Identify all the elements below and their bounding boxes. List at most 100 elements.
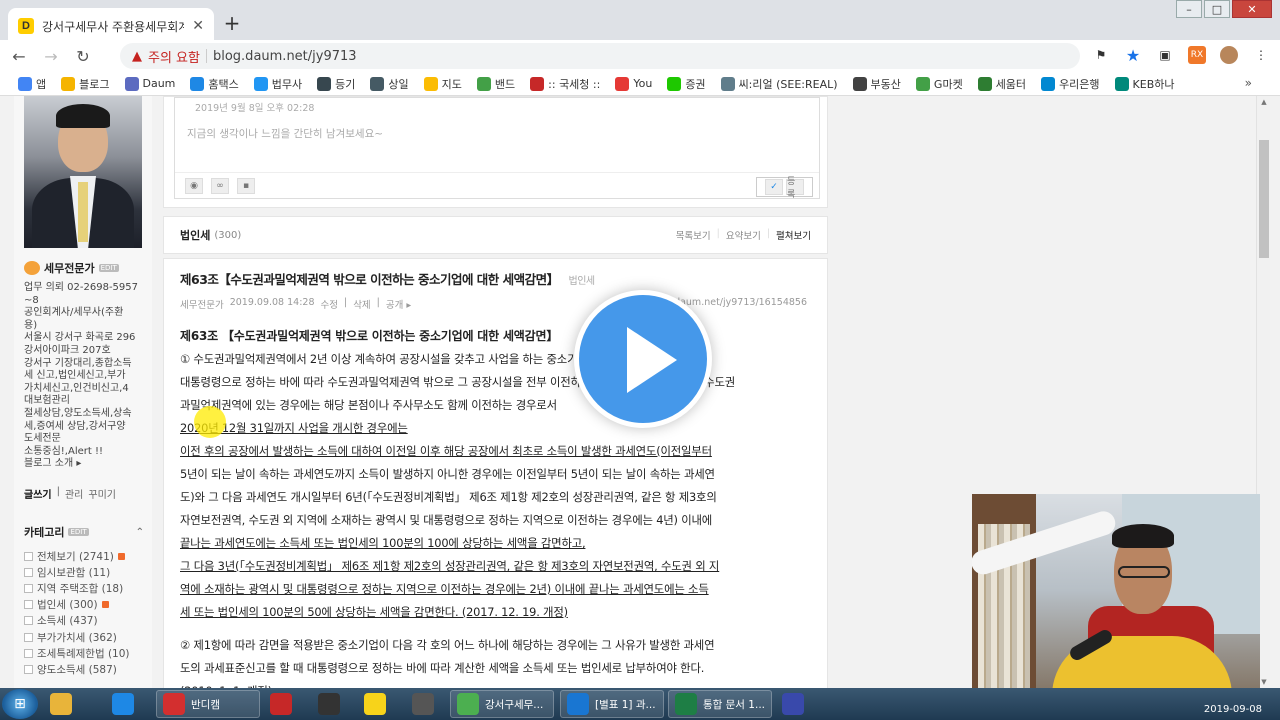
bookmark-item[interactable]: 등기 <box>317 76 355 92</box>
post-title-text: 제63조【수도권과밀억제권역 밖으로 이전하는 중소기업에 대한 세액감면】 <box>180 272 559 287</box>
bookmark-item[interactable]: 상일 <box>370 76 409 92</box>
camera-icon[interactable]: ◉ <box>185 177 203 194</box>
bookmark-item[interactable]: 씨:리얼 (SEE:REAL) <box>720 76 838 92</box>
category-item[interactable]: 임시보관함 (11) <box>24 564 130 580</box>
divider <box>205 49 207 63</box>
s-icon <box>370 76 385 91</box>
lock-icon[interactable]: ▪ <box>237 177 255 194</box>
bookmark-item[interactable]: 홈택스 <box>190 76 239 92</box>
scroll-thumb[interactable] <box>1259 140 1269 258</box>
article-line: 끝나는 과세연도에는 소득세 또는 법인세의 100분의 100에 상당하는 세… <box>180 536 586 550</box>
category-item[interactable]: 법인세 (300) <box>24 597 130 613</box>
article-line: 이전 후의 공장에서 발생하는 소득에 대하여 이전일 이후 해당 공장에서 최… <box>180 444 712 458</box>
taskbar-item[interactable] <box>406 690 440 718</box>
browser-tab[interactable]: D 강서구세무사 주환용세무회계사 ✕ <box>8 8 214 44</box>
collapse-icon[interactable]: ⌃ <box>136 527 144 538</box>
post-edit-link[interactable]: 수정 <box>321 297 338 311</box>
category-item[interactable]: 양도소득세 (587) <box>24 661 130 677</box>
category-item[interactable]: 부가가치세 (362) <box>24 629 130 645</box>
close-window-button[interactable]: ✕ <box>1232 0 1272 18</box>
post-category[interactable]: 법인세 <box>569 276 596 287</box>
taskbar-item[interactable]: [별표 1] 과... <box>560 690 664 718</box>
bookmark-item[interactable]: 법무사 <box>253 76 302 92</box>
address-bar[interactable]: ▲ 주의 요함 blog.daum.net/jy9713 <box>120 43 1080 69</box>
link-icon[interactable]: ∞ <box>211 177 229 194</box>
taskbar-item[interactable]: 반디캠 <box>156 690 260 718</box>
bookmark-item[interactable]: Daum <box>124 76 175 91</box>
category-item[interactable]: 전체보기 (2741) <box>24 548 130 564</box>
play-button[interactable] <box>574 290 712 428</box>
bookmark-item[interactable]: 세움터 <box>977 76 1026 92</box>
category-edit-badge[interactable]: EDIT <box>68 528 89 536</box>
edit-badge[interactable]: EDIT <box>98 264 119 272</box>
taskbar-item[interactable] <box>106 690 140 718</box>
scroll-up-icon[interactable]: ▲ <box>1259 98 1269 106</box>
article-line: 도)와 그 다음 과세연도 개시일부터 6년(「수도권정비계획법」 제6조 제1… <box>180 490 717 504</box>
bookmark-star-icon[interactable]: ★ <box>1124 46 1142 65</box>
full-view-link[interactable]: 펼쳐보기 <box>776 228 811 242</box>
post-delete-link[interactable]: 삭제 <box>353 297 370 311</box>
bookmark-item[interactable]: 지도 <box>423 76 462 92</box>
category-title: 카테고리 <box>24 526 65 539</box>
blog-sidebar: 세무전문가 EDIT 업무 의뢰 02-2698-5957 ~8 공인회계사/세무사… <box>14 96 152 688</box>
bookmarks-overflow-icon[interactable]: » <box>1245 76 1252 90</box>
summary-view-link[interactable]: 요약보기 <box>726 228 761 242</box>
bookmark-item[interactable]: 부동산 <box>852 76 901 92</box>
bookmark-item[interactable]: 앱 <box>18 76 46 92</box>
taskbar-clock[interactable]: 2019-09-08 <box>1204 704 1262 715</box>
post-title[interactable]: 제63조【수도권과밀억제권역 밖으로 이전하는 중소기업에 대한 세액감면】 법… <box>180 269 595 288</box>
taskbar-item[interactable] <box>44 690 78 718</box>
list-view-link[interactable]: 목록보기 <box>676 228 711 242</box>
submit-comment-button[interactable]: ✓ 등록 <box>756 177 813 200</box>
article-line: 2020년 12월 31일까지 사업을 개시한 경우에는 <box>180 421 408 435</box>
description-line[interactable]: 블로그 소개 ▸ <box>24 458 150 471</box>
taskbar-item[interactable] <box>264 690 298 718</box>
new-tab-button[interactable]: + <box>222 13 242 34</box>
write-link[interactable]: 글쓰기 <box>24 486 52 501</box>
category-item[interactable]: 소득세 (437) <box>24 613 130 629</box>
start-button[interactable]: ⊞ <box>2 689 38 719</box>
menu-dots-icon[interactable]: ⋮ <box>1252 46 1270 64</box>
scroll-down-icon[interactable]: ▼ <box>1259 678 1269 686</box>
globe-icon <box>852 76 867 91</box>
taskbar-item[interactable] <box>776 690 810 718</box>
back-icon[interactable]: ← <box>6 43 32 69</box>
bookmark-item[interactable]: 증권 <box>667 76 706 92</box>
profile-photo[interactable] <box>24 96 142 248</box>
tab-close-icon[interactable]: ✕ <box>192 18 204 34</box>
article-line: 도의 과세표준신고를 할 때 대통령령으로 정하는 바에 따라 계산한 세액을 … <box>180 661 705 675</box>
blog-name[interactable]: 세무전문가 EDIT <box>24 260 119 276</box>
taskbar-item[interactable]: 강서구세무... <box>450 690 554 718</box>
taskbar-item[interactable] <box>358 690 392 718</box>
taskbar-item[interactable]: 통합 문서 1... <box>668 690 772 718</box>
bookmark-item[interactable]: :: 국세청 :: <box>530 76 600 92</box>
manage-link[interactable]: 관리 <box>65 486 83 501</box>
comment-input[interactable]: 2019년 9월 8일 오후 02:28 지금의 생각이나 느낌을 간단히 남겨… <box>174 97 820 200</box>
taskbar-item[interactable] <box>312 690 346 718</box>
post-visibility[interactable]: 공개 ▸ <box>386 297 411 311</box>
bookmark-item[interactable]: G마켓 <box>915 76 963 92</box>
bookmark-item[interactable]: 우리은행 <box>1041 76 1100 92</box>
minimize-button[interactable]: – <box>1176 0 1202 18</box>
map-pin-icon <box>423 76 438 91</box>
bookmark-item[interactable]: 밴드 <box>476 76 515 92</box>
category-label: 부가가치세 (362) <box>37 631 117 644</box>
category-list: 전체보기 (2741) 임시보관함 (11) 지역 주택조합 (18) 법인세 (30… <box>24 548 130 678</box>
reload-icon[interactable]: ↻ <box>70 43 96 69</box>
bookmark-item[interactable]: KEB하나 <box>1114 76 1175 92</box>
forward-icon[interactable]: → <box>38 43 64 69</box>
extension-icon[interactable]: ▣ <box>1156 46 1174 64</box>
category-item[interactable]: 조세특례제한법 (10) <box>24 645 130 661</box>
decorate-link[interactable]: 꾸미기 <box>88 486 116 501</box>
category-header: 카테고리 EDIT ⌃ <box>24 524 144 540</box>
translate-icon[interactable]: ⚑ <box>1092 46 1110 64</box>
emoticon-icon <box>24 261 40 275</box>
bookmark-item[interactable]: 블로그 <box>61 76 110 92</box>
maximize-button[interactable]: □ <box>1204 0 1230 18</box>
bookmark-item[interactable]: You <box>615 76 652 91</box>
category-item[interactable]: 지역 주택조합 (18) <box>24 580 130 596</box>
g-icon <box>915 76 930 91</box>
post-author[interactable]: 세무전문가 <box>180 297 224 311</box>
extension-rx-icon[interactable]: RX <box>1188 46 1206 64</box>
profile-avatar[interactable] <box>1220 46 1238 64</box>
